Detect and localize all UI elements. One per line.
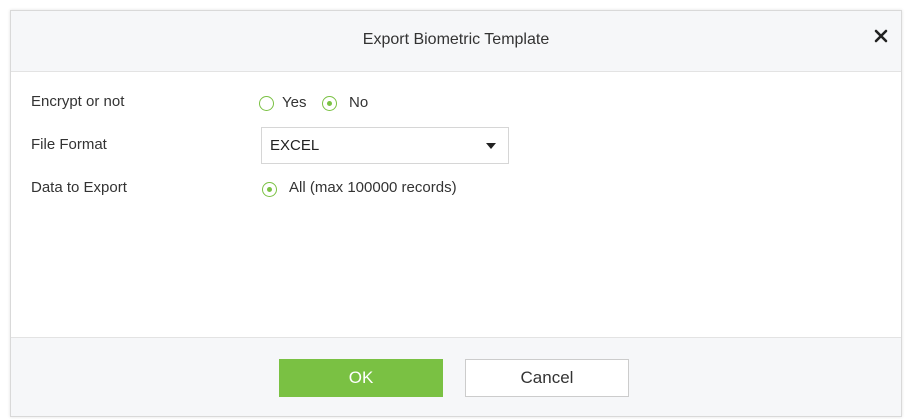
- close-icon[interactable]: [871, 26, 891, 46]
- encrypt-no-label: No: [349, 94, 369, 111]
- export-biometric-template-dialog: Export Biometric Template Encrypt or not…: [10, 10, 902, 417]
- data-to-export-label: Data to Export: [31, 179, 127, 196]
- data-export-all-label: All (max 100000 records): [289, 179, 457, 196]
- encrypt-label: Encrypt or not: [31, 93, 125, 110]
- chevron-down-icon: [486, 143, 496, 149]
- dialog-header: Export Biometric Template: [11, 11, 901, 72]
- encrypt-yes-label: Yes: [282, 94, 307, 111]
- data-export-all-radio[interactable]: [262, 182, 277, 197]
- dialog-body: Encrypt or not Yes No File Format EXCEL …: [11, 72, 901, 340]
- encrypt-no-radio[interactable]: [322, 96, 337, 111]
- file-format-label: File Format: [31, 136, 107, 153]
- file-format-value: EXCEL: [270, 137, 320, 154]
- dialog-title: Export Biometric Template: [362, 31, 550, 48]
- encrypt-yes-radio[interactable]: [259, 96, 274, 111]
- dialog-footer: OK Cancel: [11, 337, 901, 416]
- cancel-button[interactable]: Cancel: [465, 359, 629, 397]
- file-format-select[interactable]: EXCEL: [261, 127, 509, 164]
- ok-button[interactable]: OK: [279, 359, 443, 397]
